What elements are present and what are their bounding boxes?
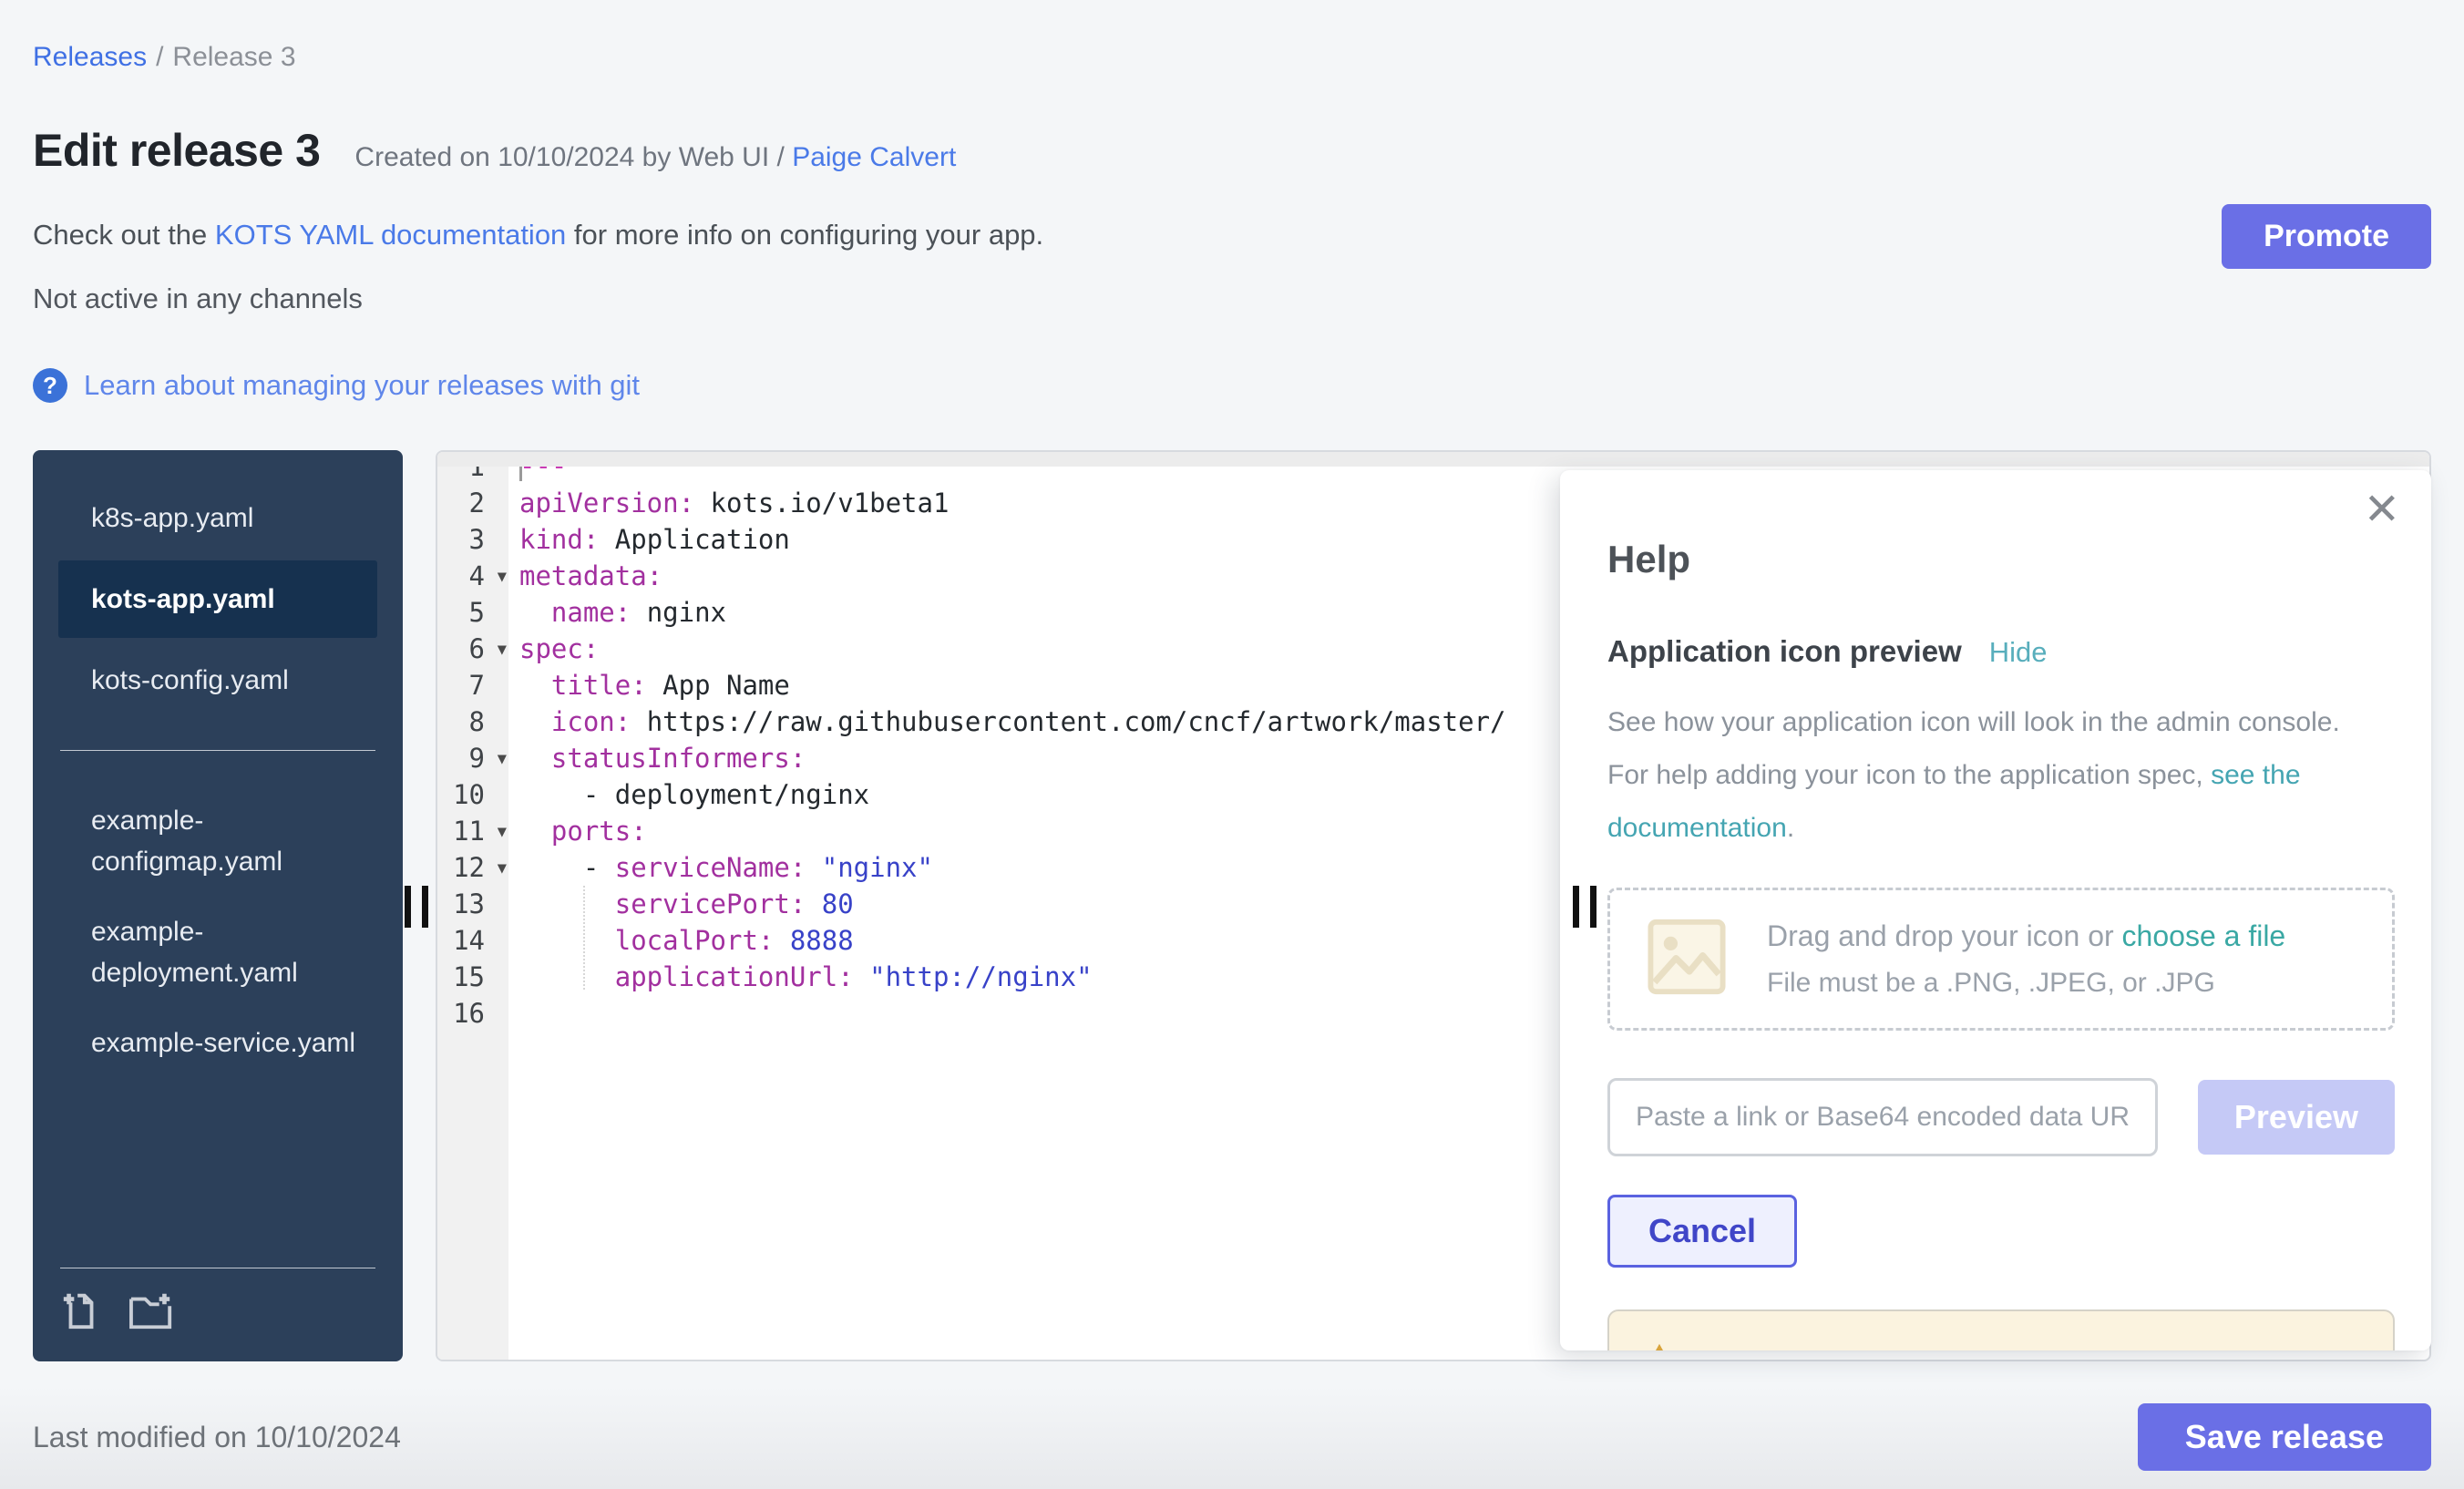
file-item-kots-app.yaml[interactable]: kots-app.yaml bbox=[58, 560, 377, 638]
description-post: . bbox=[1787, 813, 1794, 843]
fold-arrow-icon[interactable]: ▼ bbox=[498, 568, 507, 586]
title-row: Edit release 3 Created on 10/10/2024 by … bbox=[33, 124, 2431, 177]
fold-arrow-icon[interactable]: ▼ bbox=[498, 859, 507, 878]
kots-yaml-docs-link[interactable]: KOTS YAML documentation bbox=[215, 219, 566, 251]
dropzone-text: Drag and drop your icon or choose a file… bbox=[1767, 919, 2285, 999]
icon-preview-description: See how your application icon will look … bbox=[1607, 696, 2395, 855]
file-group-kots: k8s-app.yamlkots-app.yamlkots-config.yam… bbox=[33, 483, 403, 715]
code-text: metadata: bbox=[508, 560, 662, 591]
image-placeholder-icon bbox=[1647, 918, 1727, 1001]
line-number: 12▼ bbox=[437, 852, 508, 883]
file-item-example-configmap.yaml[interactable]: example-configmap.yaml bbox=[33, 786, 403, 897]
line-number: 10 bbox=[437, 779, 508, 810]
preview-button[interactable]: Preview bbox=[2198, 1080, 2395, 1155]
save-release-button[interactable]: Save release bbox=[2138, 1403, 2431, 1471]
line-number: 2 bbox=[437, 488, 508, 519]
editor-indent-guide bbox=[583, 886, 585, 990]
file-sidebar: k8s-app.yamlkots-app.yamlkots-config.yam… bbox=[33, 450, 403, 1361]
code-text: apiVersion: kots.io/v1beta1 bbox=[508, 488, 949, 519]
docs-line-pre: Check out the bbox=[33, 219, 215, 251]
git-help-row: ? Learn about managing your releases wit… bbox=[33, 368, 2431, 403]
line-number: 7 bbox=[437, 670, 508, 701]
hide-link[interactable]: Hide bbox=[1989, 636, 2048, 669]
dropzone-line1-text: Drag and drop your icon or bbox=[1767, 919, 2122, 952]
file-item-k8s-app.yaml[interactable]: k8s-app.yaml bbox=[33, 483, 403, 553]
promote-button[interactable]: Promote bbox=[2222, 204, 2431, 269]
code-text: statusInformers: bbox=[508, 743, 806, 774]
breadcrumb: Releases / Release 3 bbox=[33, 0, 2431, 73]
code-text: - deployment/nginx bbox=[508, 779, 869, 810]
line-number: 6▼ bbox=[437, 633, 508, 664]
breadcrumb-releases-link[interactable]: Releases bbox=[33, 42, 147, 72]
help-panel: ✕ Help Application icon preview Hide See… bbox=[1560, 470, 2431, 1350]
file-group-examples: example-configmap.yamlexample-deployment… bbox=[33, 786, 403, 1078]
icon-url-input[interactable] bbox=[1607, 1078, 2158, 1156]
question-icon: ? bbox=[33, 368, 67, 403]
code-text: ports: bbox=[508, 816, 647, 847]
footer: Last modified on 10/10/2024 Save release bbox=[33, 1403, 2431, 1471]
line-number: 14 bbox=[437, 925, 508, 956]
file-group-divider bbox=[60, 750, 375, 751]
dropzone-file-types: File must be a .PNG, .JPEG, or .JPG bbox=[1767, 968, 2285, 999]
preflight-warning-box: Warning: Missing preflight spec Warning … bbox=[1607, 1309, 2395, 1350]
line-number: 9▼ bbox=[437, 743, 508, 774]
line-number: 5 bbox=[437, 597, 508, 628]
file-item-example-service.yaml[interactable]: example-service.yaml bbox=[33, 1008, 403, 1078]
workspace: k8s-app.yamlkots-app.yamlkots-config.yam… bbox=[33, 450, 2431, 1361]
last-modified-text: Last modified on 10/10/2024 bbox=[33, 1421, 401, 1454]
warning-title: Warning: Missing preflight spec bbox=[1700, 1346, 2092, 1351]
warning-icon bbox=[1640, 1342, 1679, 1350]
channel-status: Not active in any channels bbox=[33, 282, 2431, 315]
file-item-kots-config.yaml[interactable]: kots-config.yaml bbox=[33, 645, 403, 715]
icon-preview-header: Application icon preview Hide bbox=[1607, 634, 2395, 669]
line-number: 8 bbox=[437, 706, 508, 737]
created-text: Created on 10/10/2024 by Web UI / bbox=[354, 142, 792, 172]
icon-preview-title: Application icon preview bbox=[1607, 634, 1962, 669]
help-title: Help bbox=[1607, 538, 2395, 581]
code-text: spec: bbox=[508, 633, 599, 664]
code-text: name: nginx bbox=[508, 597, 726, 628]
sidebar-spacer bbox=[33, 1078, 403, 1268]
docs-line-post: for more info on configuring your app. bbox=[566, 219, 1043, 251]
icon-url-row: Preview bbox=[1607, 1078, 2395, 1156]
fold-arrow-icon[interactable]: ▼ bbox=[498, 823, 507, 841]
cancel-button[interactable]: Cancel bbox=[1607, 1195, 1797, 1268]
line-number: 16 bbox=[437, 998, 508, 1029]
code-text: title: App Name bbox=[508, 670, 790, 701]
line-number: 3 bbox=[437, 524, 508, 555]
code-text: kind: Application bbox=[508, 524, 790, 555]
line-number: 4▼ bbox=[437, 560, 508, 591]
release-editor-page: Releases / Release 3 Edit release 3 Create… bbox=[0, 0, 2464, 1489]
git-releases-link[interactable]: Learn about managing your releases with … bbox=[84, 369, 640, 402]
created-meta: Created on 10/10/2024 by Web UI / Paige … bbox=[354, 142, 956, 173]
code-text: servicePort: 80 bbox=[508, 888, 854, 919]
line-number: 11▼ bbox=[437, 816, 508, 847]
created-author-link[interactable]: Paige Calvert bbox=[792, 142, 956, 172]
docs-line: Check out the KOTS YAML documentation fo… bbox=[33, 219, 2431, 252]
page-title: Edit release 3 bbox=[33, 124, 320, 177]
line-number: 13 bbox=[437, 888, 508, 919]
code-text: icon: https://raw.githubusercontent.com/… bbox=[508, 706, 1506, 737]
breadcrumb-current: Release 3 bbox=[172, 42, 295, 72]
line-number: 15 bbox=[437, 961, 508, 992]
fold-arrow-icon[interactable]: ▼ bbox=[498, 641, 507, 659]
add-file-icon[interactable] bbox=[60, 1289, 102, 1332]
sidebar-resize-handle[interactable] bbox=[405, 886, 428, 928]
sidebar-footer bbox=[60, 1268, 375, 1336]
editor-top-band bbox=[437, 452, 2429, 467]
choose-file-link[interactable]: choose a file bbox=[2122, 919, 2286, 952]
breadcrumb-separator: / bbox=[156, 42, 163, 72]
icon-dropzone[interactable]: Drag and drop your icon or choose a file… bbox=[1607, 888, 2395, 1031]
code-text: localPort: 8888 bbox=[508, 925, 854, 956]
add-folder-icon[interactable] bbox=[126, 1289, 179, 1332]
code-text: applicationUrl: "http://nginx" bbox=[508, 961, 1093, 992]
close-icon[interactable]: ✕ bbox=[2364, 488, 2400, 532]
file-item-example-deployment.yaml[interactable]: example-deployment.yaml bbox=[33, 897, 403, 1008]
help-resize-handle[interactable] bbox=[1573, 886, 1596, 928]
fold-arrow-icon[interactable]: ▼ bbox=[498, 750, 507, 768]
code-text: - serviceName: "nginx" bbox=[508, 852, 933, 883]
app-viewport: Releases / Release 3 Edit release 3 Create… bbox=[0, 0, 2464, 1489]
